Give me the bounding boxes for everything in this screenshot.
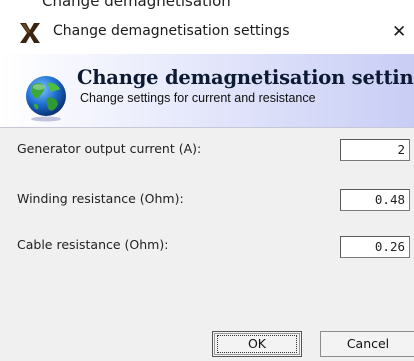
generator-current-label: Generator output current (A): xyxy=(17,141,202,156)
dialog-header: Change demagnetisation settings Change s… xyxy=(0,54,414,128)
header-title: Change demagnetisation settings xyxy=(77,66,414,89)
close-button[interactable]: ✕ xyxy=(392,20,414,44)
globe-icon xyxy=(26,76,66,122)
ok-button-label: OK xyxy=(247,336,267,351)
clipped-background-text: Change demagnetisation xyxy=(0,0,414,12)
dialog-window: Change demagnetisation Change demagnetis… xyxy=(0,0,414,361)
cable-resistance-input[interactable]: 0.26 xyxy=(340,236,410,258)
winding-resistance-label: Winding resistance (Ohm): xyxy=(17,191,184,206)
window-title: Change demagnetisation settings xyxy=(53,23,290,39)
ok-button[interactable]: OK xyxy=(212,331,302,357)
winding-resistance-input[interactable]: 0.48 xyxy=(340,189,410,211)
cancel-button-label: Cancel xyxy=(346,336,390,351)
title-bar[interactable]: Change demagnetisation settings ✕ xyxy=(0,12,414,55)
header-subtitle: Change settings for current and resistan… xyxy=(80,91,316,105)
close-icon: ✕ xyxy=(392,22,407,42)
generator-current-input[interactable]: 2 xyxy=(340,139,410,161)
cable-resistance-label: Cable resistance (Ohm): xyxy=(17,237,169,252)
cancel-button[interactable]: Cancel xyxy=(320,331,414,357)
clipped-text: Change demagnetisation xyxy=(42,0,231,10)
x-app-icon xyxy=(20,23,40,43)
